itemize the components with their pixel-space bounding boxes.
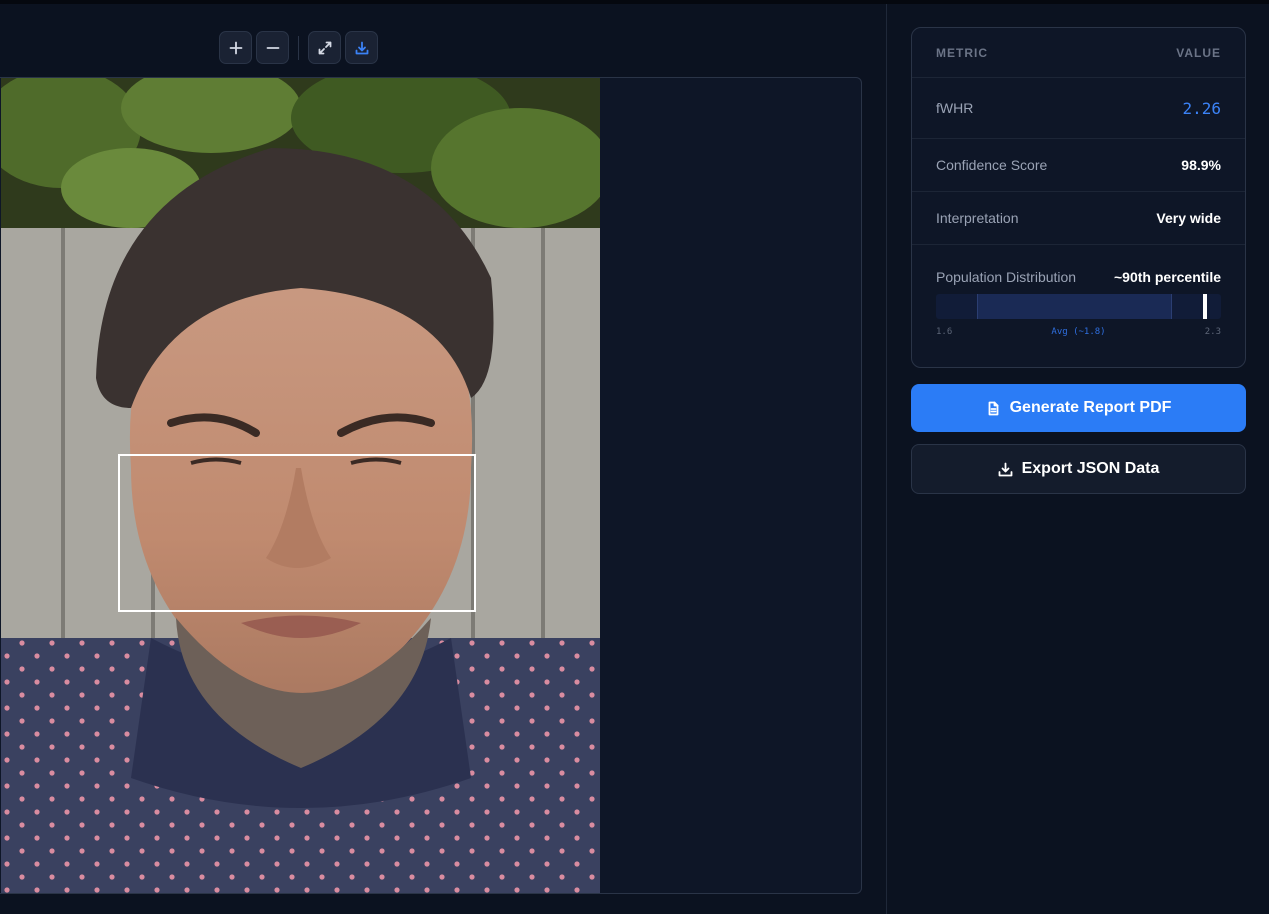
plus-icon <box>229 41 242 54</box>
export-json-label: Export JSON Data <box>1021 460 1160 477</box>
distribution-bar <box>936 294 1221 319</box>
fullscreen-button[interactable] <box>308 31 341 64</box>
average-label: Avg (~1.8) <box>1051 327 1106 337</box>
value-marker <box>1202 294 1207 319</box>
value-column-header: VALUE <box>1176 45 1221 60</box>
range-min-label: 1.6 <box>936 327 953 337</box>
export-json-button[interactable]: Export JSON Data <box>911 444 1246 494</box>
download-icon <box>355 41 368 54</box>
average-band <box>976 294 1173 319</box>
minus-icon <box>266 46 279 49</box>
metric-row-confidence: Confidence Score 98.9% <box>912 139 1245 192</box>
metric-label: Interpretation <box>936 210 1019 226</box>
distribution-label: Population Distribution <box>936 269 1077 285</box>
confidence-value: 98.9% <box>1181 157 1221 173</box>
fwhr-value: 2.26 <box>1182 98 1221 118</box>
zoom-in-button[interactable] <box>219 31 252 64</box>
expand-icon <box>318 41 331 54</box>
percentile-value: ~90th percentile <box>1114 269 1221 285</box>
metric-label: Confidence Score <box>936 157 1048 173</box>
distribution-ticks: 1.6 Avg (~1.8) 2.3 <box>936 327 1221 337</box>
distribution-header: Population Distribution ~90th percentile <box>936 269 1221 285</box>
download-icon <box>998 462 1013 477</box>
download-image-button[interactable] <box>345 31 378 64</box>
generate-report-label: Generate Report PDF <box>1009 399 1172 416</box>
generate-report-pdf-button[interactable]: Generate Report PDF <box>911 384 1246 432</box>
toolbar-divider <box>298 35 299 60</box>
metric-column-header: METRIC <box>936 45 988 60</box>
panel-divider <box>886 4 887 914</box>
metric-label: fWHR <box>936 100 974 116</box>
top-strip <box>0 0 1269 4</box>
metrics-header: METRIC VALUE <box>912 28 1245 78</box>
document-icon <box>986 401 1001 416</box>
interpretation-value: Very wide <box>1156 210 1221 226</box>
measurement-box[interactable] <box>118 454 476 612</box>
range-max-label: 2.3 <box>1204 327 1221 337</box>
metric-row-fwhr: fWHR 2.26 <box>912 78 1245 139</box>
metric-row-interpretation: Interpretation Very wide <box>912 192 1245 245</box>
metrics-card: METRIC VALUE fWHR 2.26 Confidence Score … <box>911 27 1246 368</box>
viewer-toolbar <box>219 31 378 64</box>
image-canvas[interactable] <box>0 77 862 894</box>
zoom-out-button[interactable] <box>256 31 289 64</box>
population-distribution: Population Distribution ~90th percentile… <box>912 245 1245 337</box>
